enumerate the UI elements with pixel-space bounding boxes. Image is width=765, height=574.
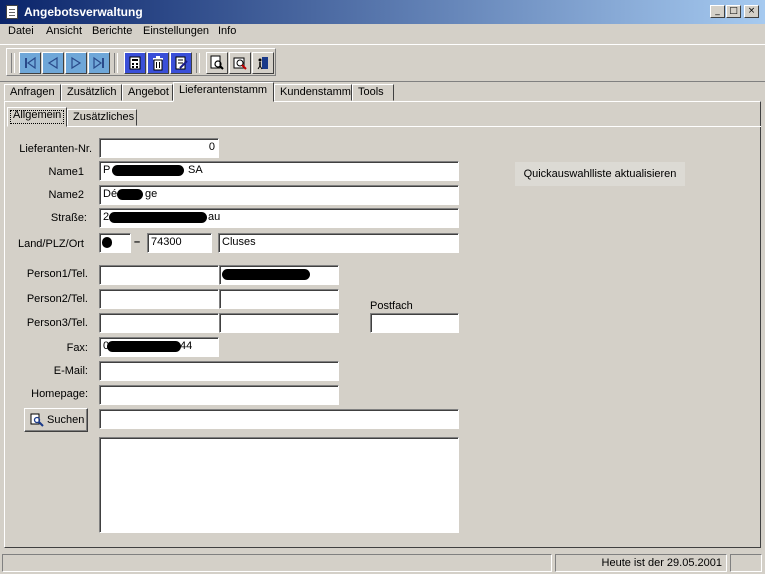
tab-anfragen[interactable]: Anfragen	[4, 84, 61, 101]
prev-record-icon[interactable]	[42, 52, 64, 74]
label-fax: Fax:	[66, 342, 88, 354]
name2-value-end: ge	[145, 188, 158, 200]
homepage-field[interactable]	[99, 385, 339, 405]
person1-phone-field[interactable]	[219, 265, 339, 285]
last-record-icon[interactable]	[88, 52, 110, 74]
toolbar	[6, 48, 276, 76]
toolbar-area	[0, 44, 765, 82]
status-bar: Heute ist der 29.05.2001	[0, 552, 765, 574]
name1-field[interactable]: P SA	[99, 161, 459, 181]
fax-value-end: 44	[180, 340, 193, 352]
main-tab-strip: Anfragen Zusätzlich Angebot Lieferantens…	[4, 82, 761, 102]
status-panel-main	[2, 554, 552, 572]
next-record-icon[interactable]	[65, 52, 87, 74]
street-value-start: 2	[103, 211, 110, 223]
subtab-allgemein[interactable]: Allgemein	[7, 107, 67, 127]
label-person3: Person3/Tel.	[26, 317, 88, 329]
window-title: Angebotsverwaltung	[24, 5, 143, 19]
quickauswahl-update-button[interactable]: Quickauswahlliste aktualisieren	[515, 162, 685, 186]
label-person2: Person2/Tel.	[26, 293, 88, 305]
close-button[interactable]: ×	[744, 5, 759, 18]
edit-document-icon[interactable]	[170, 52, 192, 74]
tab-kundenstamm[interactable]: Kundenstamm	[274, 84, 352, 101]
tab-lieferantenstamm[interactable]: Lieferantenstamm	[173, 82, 274, 102]
trash-icon[interactable]	[147, 52, 169, 74]
name1-value-end: SA	[188, 164, 203, 176]
name1-value-start: P	[103, 164, 111, 176]
notes-textarea[interactable]	[99, 437, 459, 533]
name2-value-start: Dé	[103, 188, 118, 200]
country-zip-separator: –	[134, 236, 141, 248]
status-panel-grip	[730, 554, 762, 572]
tab-angebot[interactable]: Angebot	[122, 84, 173, 101]
search-tools-icon[interactable]	[229, 52, 251, 74]
menu-info[interactable]: Info	[218, 25, 236, 37]
calculator-icon[interactable]	[124, 52, 146, 74]
toolbar-separator	[114, 53, 118, 73]
street-field[interactable]: 2 au	[99, 208, 459, 228]
label-email: E-Mail:	[53, 365, 88, 377]
menu-berichte[interactable]: Berichte	[92, 25, 132, 37]
sub-tab-strip: Allgemein Zusätzliches	[7, 107, 307, 127]
app-icon[interactable]	[6, 5, 18, 19]
first-record-icon[interactable]	[19, 52, 41, 74]
person3-phone-field[interactable]	[219, 313, 339, 333]
application-window: Angebotsverwaltung _ □ × Datei Ansicht B…	[0, 0, 765, 574]
fax-field[interactable]: 0 44	[99, 337, 219, 357]
street-value-end: au	[208, 211, 221, 223]
title-bar[interactable]: Angebotsverwaltung _ □ ×	[0, 0, 765, 24]
redaction-mask	[107, 341, 181, 352]
quickauswahl-update-label: Quickauswahlliste aktualisieren	[523, 168, 677, 180]
toolbar-grip	[11, 53, 15, 73]
country-field[interactable]	[99, 233, 131, 253]
supplier-no-field[interactable]: 0	[99, 138, 219, 158]
search-icon	[30, 413, 44, 427]
print-preview-icon[interactable]	[206, 52, 228, 74]
person3-name-field[interactable]	[99, 313, 219, 333]
redaction-mask	[117, 189, 143, 200]
minimize-button[interactable]: _	[710, 5, 725, 18]
supplier-no-value: 0	[208, 141, 215, 153]
zip-value: 74300	[151, 236, 182, 248]
status-date: Heute ist der 29.05.2001	[555, 554, 727, 572]
menu-ansicht[interactable]: Ansicht	[46, 25, 82, 37]
person1-name-field[interactable]	[99, 265, 219, 285]
menu-datei[interactable]: Datei	[8, 25, 34, 37]
zip-field[interactable]: 74300	[147, 233, 212, 253]
name2-field[interactable]: Dé ge	[99, 185, 459, 205]
redaction-mask	[109, 212, 207, 223]
search-button-label: Suchen	[47, 414, 85, 426]
toolbar-separator	[196, 53, 200, 73]
email-field[interactable]	[99, 361, 339, 381]
person2-name-field[interactable]	[99, 289, 219, 309]
subtab-zusaetzliches[interactable]: Zusätzliches	[67, 109, 137, 126]
search-input[interactable]	[99, 409, 459, 429]
label-name1: Name1	[48, 166, 84, 178]
tab-tools[interactable]: Tools	[352, 84, 394, 101]
menu-einstellungen[interactable]: Einstellungen	[143, 25, 209, 37]
tab-zusaetzlich[interactable]: Zusätzlich	[61, 84, 122, 101]
redaction-mask	[112, 165, 184, 176]
city-field[interactable]: Cluses	[218, 233, 459, 253]
label-person1: Person1/Tel.	[26, 268, 88, 280]
redaction-mask	[102, 237, 112, 248]
person2-phone-field[interactable]	[219, 289, 339, 309]
redaction-mask	[222, 269, 310, 280]
exit-door-icon[interactable]	[252, 52, 274, 74]
label-supplier-no: Lieferanten-Nr.	[19, 143, 92, 155]
maximize-button[interactable]: □	[726, 5, 741, 18]
label-postfach: Postfach	[370, 300, 413, 312]
label-homepage: Homepage:	[31, 388, 88, 400]
label-country-zip-city: Land/PLZ/Ort	[17, 238, 84, 250]
postfach-field[interactable]	[370, 313, 459, 333]
city-value: Cluses	[222, 236, 256, 248]
label-street: Straße:	[50, 212, 87, 224]
search-button[interactable]: Suchen	[24, 408, 88, 432]
label-name2: Name2	[48, 189, 84, 201]
menu-bar: Datei Ansicht Berichte Einstellungen Inf…	[0, 24, 765, 42]
fax-value-start: 0	[103, 340, 110, 352]
